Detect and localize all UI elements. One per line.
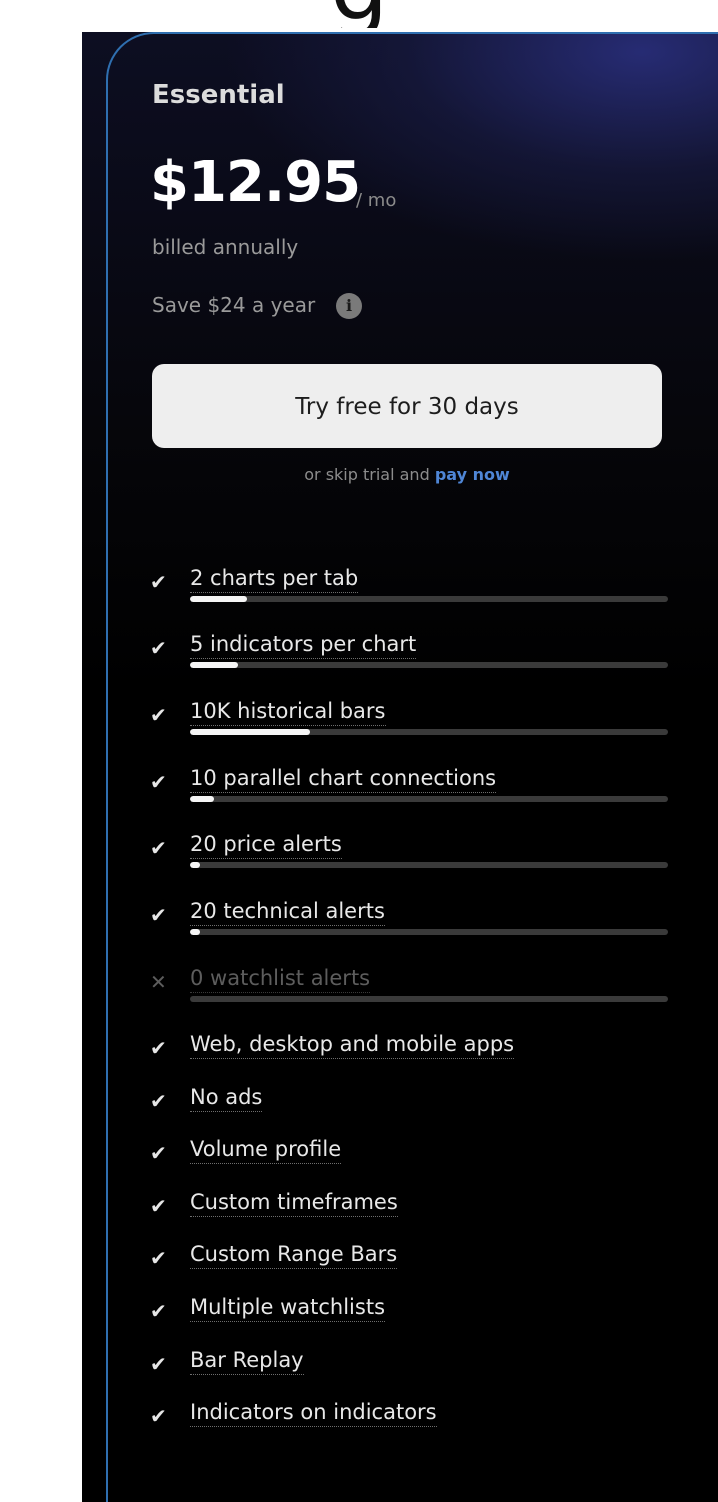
cross-icon: ✕ xyxy=(150,970,167,994)
check-icon: ✔ xyxy=(150,1299,167,1323)
check-icon: ✔ xyxy=(150,1141,167,1165)
feature-label[interactable]: Custom Range Bars xyxy=(190,1242,398,1269)
feature-usage-bar xyxy=(190,796,668,802)
check-icon: ✔ xyxy=(150,703,167,727)
price-period: / mo xyxy=(356,190,397,211)
pay-now-link[interactable]: pay now xyxy=(435,465,510,484)
savings-note: Save $24 a year xyxy=(152,293,316,317)
feature-label[interactable]: No ads xyxy=(190,1085,263,1112)
feature-label[interactable]: Volume profile xyxy=(190,1137,342,1164)
skip-trial-label: or skip trial and xyxy=(304,465,430,484)
feature-usage-fill xyxy=(190,929,200,935)
feature-usage-fill xyxy=(190,729,310,735)
feature-label[interactable]: Custom timeframes xyxy=(190,1190,398,1217)
feature-label[interactable]: 10K historical bars xyxy=(190,699,386,726)
check-icon: ✔ xyxy=(150,1036,167,1060)
feature-usage-bar xyxy=(190,996,668,1002)
feature-label[interactable]: 10 parallel chart connections xyxy=(190,766,497,793)
plan-price: $12.95 xyxy=(150,150,361,215)
feature-usage-bar xyxy=(190,662,668,668)
check-icon: ✔ xyxy=(150,1246,167,1270)
check-icon: ✔ xyxy=(150,636,167,660)
feature-label[interactable]: 20 price alerts xyxy=(190,832,342,859)
feature-label[interactable]: Multiple watchlists xyxy=(190,1295,386,1322)
check-icon: ✔ xyxy=(150,570,167,594)
feature-label[interactable]: Bar Replay xyxy=(190,1348,304,1375)
skip-trial-text: or skip trial and pay now xyxy=(0,465,718,484)
check-icon: ✔ xyxy=(150,770,167,794)
check-icon: ✔ xyxy=(150,1352,167,1376)
check-icon: ✔ xyxy=(150,903,167,927)
feature-usage-fill xyxy=(190,596,248,602)
feature-label[interactable]: 2 charts per tab xyxy=(190,566,359,593)
feature-usage-fill xyxy=(190,796,214,802)
feature-usage-fill xyxy=(190,862,200,868)
feature-usage-bar xyxy=(190,862,668,868)
feature-usage-fill xyxy=(190,662,238,668)
page-heading-fragment: g xyxy=(330,0,470,28)
feature-label[interactable]: 5 indicators per chart xyxy=(190,632,417,659)
check-icon: ✔ xyxy=(150,1404,167,1428)
feature-usage-bar xyxy=(190,929,668,935)
feature-usage-bar xyxy=(190,729,668,735)
feature-label[interactable]: 20 technical alerts xyxy=(190,899,385,926)
try-free-button[interactable]: Try free for 30 days xyxy=(152,364,662,448)
check-icon: ✔ xyxy=(150,836,167,860)
check-icon: ✔ xyxy=(150,1089,167,1113)
feature-usage-bar xyxy=(190,596,668,602)
check-icon: ✔ xyxy=(150,1194,167,1218)
info-icon[interactable]: i xyxy=(336,293,362,319)
plan-name: Essential xyxy=(152,80,285,110)
billing-note: billed annually xyxy=(152,235,299,259)
feature-label[interactable]: Indicators on indicators xyxy=(190,1400,437,1427)
feature-label[interactable]: Web, desktop and mobile apps xyxy=(190,1032,515,1059)
feature-label[interactable]: 0 watchlist alerts xyxy=(190,966,371,993)
